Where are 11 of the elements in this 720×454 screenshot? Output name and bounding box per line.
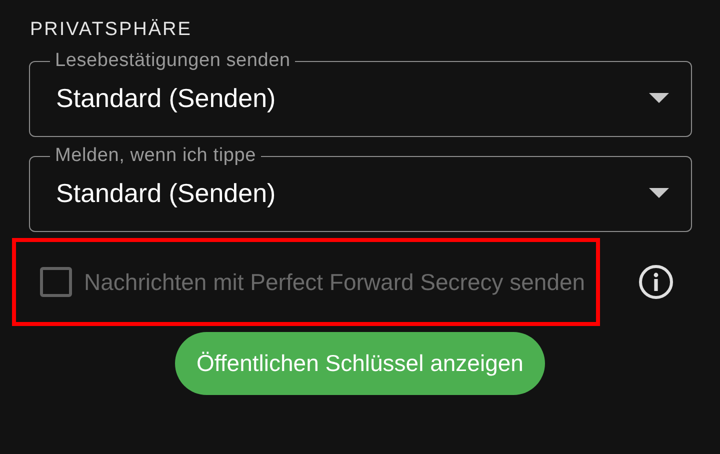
- dropdown-field[interactable]: Melden, wenn ich tippe Standard (Senden): [29, 145, 692, 232]
- selected-value: Standard (Senden): [56, 176, 277, 210]
- dropdown-field[interactable]: Lesebestätigungen senden Standard (Senden): [29, 50, 692, 137]
- dropdown-caret-icon: [649, 188, 669, 198]
- dropdown-caret-icon: [649, 93, 669, 103]
- selected-value: Standard (Senden): [56, 82, 277, 114]
- field-label: Lesebestätigungen senden: [54, 50, 292, 72]
- info-icon[interactable]: [638, 264, 674, 300]
- checkbox-label: Nachrichten mit Perfect Forward Secrecy senden: [84, 268, 586, 297]
- section-title: PRIVATSPHÄRE: [30, 18, 193, 42]
- field-label: Melden, wenn ich tippe: [54, 145, 257, 167]
